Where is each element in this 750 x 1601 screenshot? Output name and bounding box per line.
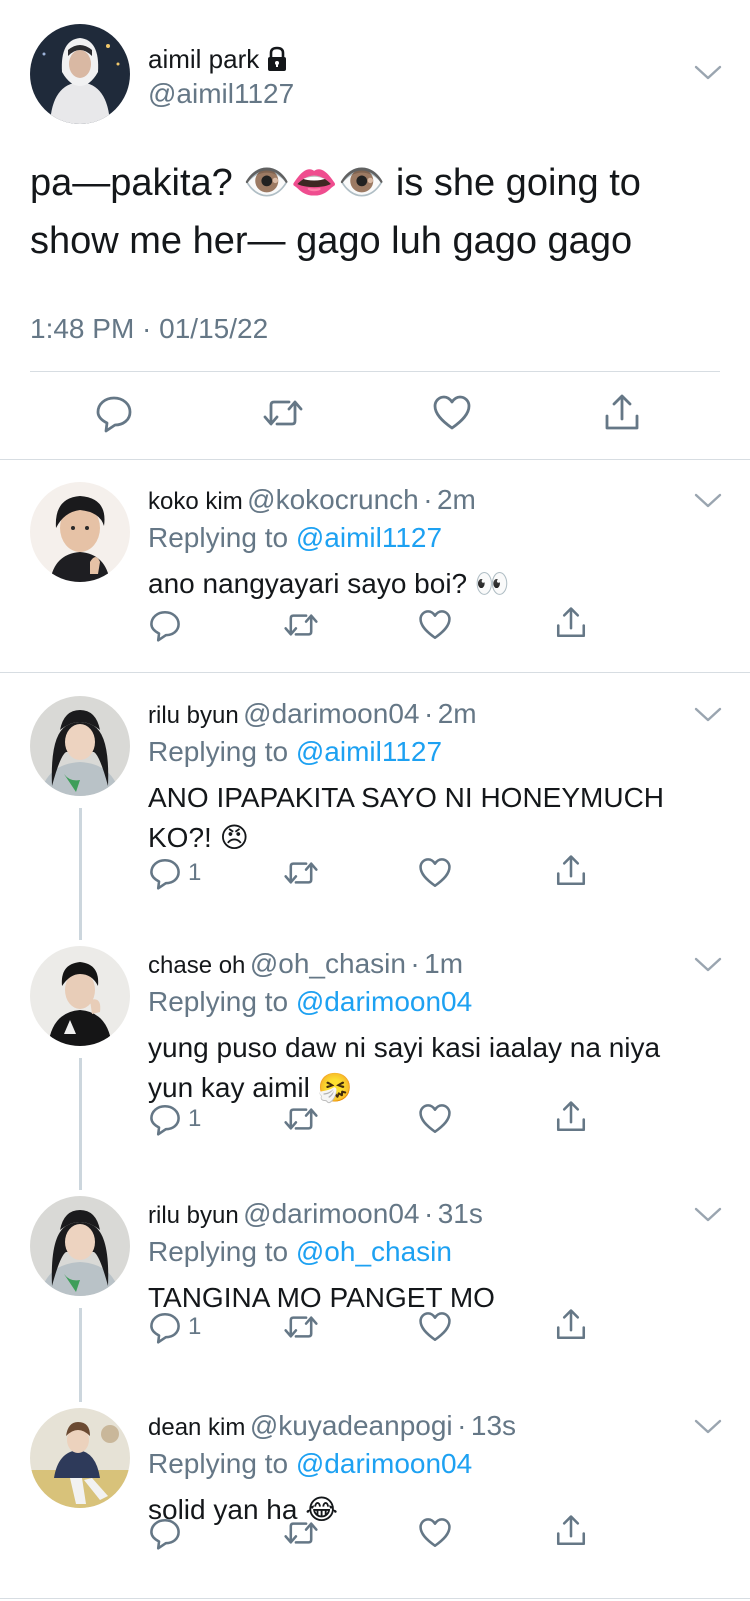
divider <box>30 371 720 372</box>
author-name[interactable]: koko kim <box>148 488 243 515</box>
author-handle[interactable]: @aimil1127 <box>148 78 294 110</box>
replying-label: Replying to <box>148 522 289 553</box>
replying-label: Replying to <box>148 1236 289 1267</box>
chevron-down-icon[interactable] <box>694 1206 722 1224</box>
reply-text: yung puso daw ni sayi kasi iaalay na niy… <box>148 1032 661 1103</box>
like-icon[interactable] <box>418 1102 452 1136</box>
replying-to: Replying to @aimil1127 <box>148 522 442 554</box>
reply-icon[interactable] <box>148 1516 182 1550</box>
reply-tweet[interactable]: rilu byun @darimoon04 · 2m Replying to @… <box>0 674 750 924</box>
main-tweet: aimil park @aimil1127 pa—pakita? 👁️👄👁️ i… <box>0 0 750 460</box>
retweet-icon[interactable] <box>284 608 318 642</box>
like-icon[interactable] <box>418 1516 452 1550</box>
chevron-down-icon[interactable] <box>694 1418 722 1436</box>
replying-to: Replying to @darimoon04 <box>148 986 472 1018</box>
replying-to: Replying to @aimil1127 <box>148 736 442 768</box>
mention-link[interactable]: @darimoon04 <box>296 1448 472 1479</box>
chevron-down-icon[interactable] <box>694 492 722 510</box>
retweet-icon[interactable] <box>284 1310 318 1344</box>
replying-label: Replying to <box>148 736 289 767</box>
retweet-icon[interactable] <box>284 1516 318 1550</box>
author-name[interactable]: rilu byun <box>148 702 239 729</box>
share-icon[interactable] <box>554 854 588 888</box>
separator: · <box>423 698 434 729</box>
retweet-icon[interactable] <box>284 1102 318 1136</box>
reply-time[interactable]: 2m <box>437 484 476 515</box>
author-handle[interactable]: @oh_chasin <box>250 948 406 979</box>
separator: · <box>457 1410 467 1441</box>
replying-to: Replying to @oh_chasin <box>148 1236 452 1268</box>
author-name[interactable]: dean kim <box>148 1414 245 1441</box>
reply-tweet[interactable]: chase oh @oh_chasin · 1m Replying to @da… <box>0 924 750 1174</box>
reply-text: ano nangyayari sayo boi? 👀 <box>148 568 510 599</box>
author-name[interactable]: rilu byun <box>148 1202 239 1229</box>
retweet-icon[interactable] <box>284 856 318 890</box>
lock-icon <box>265 46 289 72</box>
avatar[interactable] <box>30 696 130 796</box>
share-icon[interactable] <box>554 1514 588 1548</box>
reply-time[interactable]: 2m <box>438 698 477 729</box>
mention-link[interactable]: @darimoon04 <box>296 986 472 1017</box>
reply-header: chase oh @oh_chasin · 1m <box>148 948 463 985</box>
replying-to: Replying to @darimoon04 <box>148 1448 472 1480</box>
share-icon[interactable] <box>554 606 588 640</box>
avatar[interactable] <box>30 24 130 124</box>
reply-icon[interactable] <box>148 608 182 642</box>
author-handle[interactable]: @kokocrunch <box>247 484 419 515</box>
like-icon[interactable] <box>418 856 452 890</box>
separator: · <box>423 1198 434 1229</box>
replying-label: Replying to <box>148 1448 289 1479</box>
reply-tweet[interactable]: dean kim @kuyadeanpogi · 13s Replying to… <box>0 1386 750 1601</box>
reply-header: rilu byun @darimoon04 · 31s <box>148 1198 483 1235</box>
like-icon[interactable] <box>418 1310 452 1344</box>
separator: · <box>423 484 433 515</box>
like-icon[interactable] <box>432 393 472 433</box>
author-name-row[interactable]: aimil park <box>148 44 289 74</box>
author-handle[interactable]: @darimoon04 <box>243 698 419 729</box>
share-icon[interactable] <box>554 1308 588 1342</box>
reply-text: ANO IPAPAKITA SAYO NI HONEYMUCH KO?! 😠 <box>148 782 665 853</box>
share-icon[interactable] <box>602 393 642 433</box>
avatar[interactable] <box>30 482 130 582</box>
avatar[interactable] <box>30 1196 130 1296</box>
divider <box>0 1598 750 1599</box>
reply-icon[interactable] <box>148 1102 182 1136</box>
avatar[interactable] <box>30 946 130 1046</box>
reply-tweet[interactable]: koko kim @kokocrunch · 2m Replying to @a… <box>0 460 750 672</box>
reply-count: 1 <box>188 859 202 886</box>
reply-time[interactable]: 13s <box>471 1410 516 1441</box>
divider <box>0 672 750 673</box>
mention-link[interactable]: @aimil1127 <box>296 522 442 553</box>
reply-header: rilu byun @darimoon04 · 2m <box>148 698 477 735</box>
tweet-timestamp[interactable]: 1:48 PM · 01/15/22 <box>30 312 268 346</box>
reply-time[interactable]: 1m <box>424 948 463 979</box>
share-icon[interactable] <box>554 1100 588 1134</box>
chevron-down-icon[interactable] <box>694 64 722 82</box>
reply-icon[interactable] <box>148 1310 182 1344</box>
retweet-icon[interactable] <box>263 393 303 433</box>
avatar[interactable] <box>30 1408 130 1508</box>
reply-header: dean kim @kuyadeanpogi · 13s <box>148 1410 516 1447</box>
tweet-text: pa—pakita? 👁️👄👁️ is she going to show me… <box>30 162 641 262</box>
replying-label: Replying to <box>148 986 289 1017</box>
reply-count: 1 <box>188 1105 202 1132</box>
reply-time[interactable]: 31s <box>438 1198 483 1229</box>
author-handle[interactable]: @kuyadeanpogi <box>250 1410 453 1441</box>
separator: · <box>410 948 420 979</box>
mention-link[interactable]: @aimil1127 <box>296 736 442 767</box>
reply-icon[interactable] <box>148 856 182 890</box>
reply-icon[interactable] <box>94 393 134 433</box>
like-icon[interactable] <box>418 608 452 642</box>
chevron-down-icon[interactable] <box>694 956 722 974</box>
author-handle[interactable]: @darimoon04 <box>243 1198 419 1229</box>
author-name[interactable]: chase oh <box>148 952 245 979</box>
reply-count: 1 <box>188 1313 202 1340</box>
reply-header: koko kim @kokocrunch · 2m <box>148 484 476 521</box>
reply-tweet[interactable]: rilu byun @darimoon04 · 31s Replying to … <box>0 1174 750 1386</box>
chevron-down-icon[interactable] <box>694 706 722 724</box>
mention-link[interactable]: @oh_chasin <box>296 1236 452 1267</box>
author-name[interactable]: aimil park <box>148 44 259 74</box>
